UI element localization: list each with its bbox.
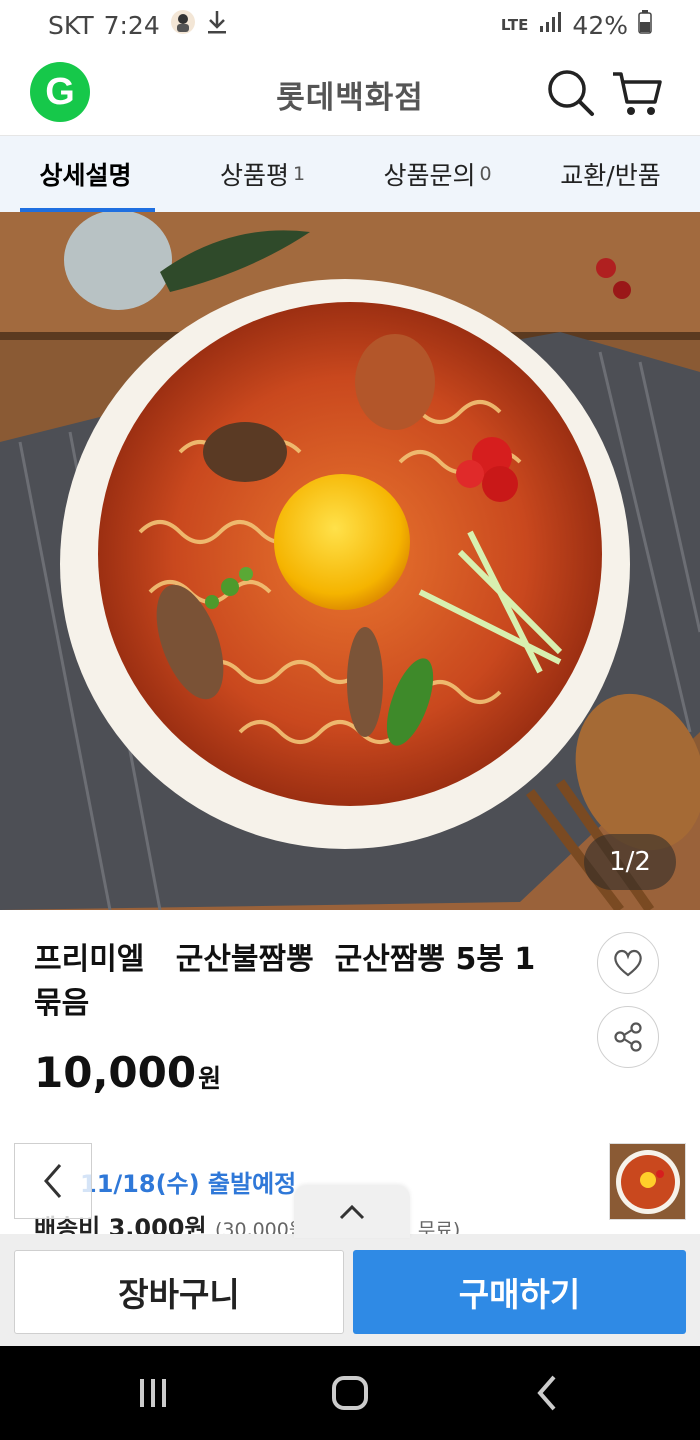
thumbnail-image <box>610 1144 685 1219</box>
status-bar: SKT 7:24 LTE 42% <box>0 0 700 50</box>
chevron-up-icon <box>339 1204 365 1220</box>
product-price: 10,000원 <box>34 1048 221 1097</box>
price-number: 10,000 <box>34 1048 197 1097</box>
expand-panel-button[interactable] <box>294 1186 410 1238</box>
app-header: G 롯데백화점 <box>0 50 700 136</box>
heart-icon <box>614 949 642 977</box>
share-icon <box>614 1022 642 1052</box>
status-left: SKT 7:24 <box>48 9 228 41</box>
recent-apps-icon[interactable] <box>126 1368 180 1418</box>
download-icon <box>206 9 228 41</box>
system-nav-bar <box>0 1346 700 1440</box>
shipping-date-label: 11/18(수) 출발예정 <box>80 1170 297 1198</box>
carrier-label: SKT <box>48 10 94 40</box>
tab-exchange-return[interactable]: 교환/반품 <box>525 136 700 212</box>
floating-back-button[interactable] <box>14 1143 92 1219</box>
tab-questions[interactable]: 상품문의 0 <box>350 136 525 212</box>
tab-label: 상품문의 <box>383 161 476 190</box>
wishlist-button[interactable] <box>597 932 659 994</box>
tab-reviews[interactable]: 상품평 1 <box>175 136 350 212</box>
product-thumbnail[interactable] <box>609 1143 686 1220</box>
tab-label: 상세설명 <box>39 161 132 190</box>
price-unit: 원 <box>198 1064 222 1093</box>
product-name: 프리미엘 군산불짬뽕 군산짬뽕 5봉 1묶음 <box>34 942 536 1021</box>
tab-count: 0 <box>479 163 492 185</box>
image-counter: 1/2 <box>584 834 676 890</box>
product-image <box>0 212 700 910</box>
purchase-bar: 장바구니 구매하기 <box>0 1234 700 1346</box>
home-icon[interactable] <box>323 1368 377 1418</box>
add-to-cart-button[interactable]: 장바구니 <box>14 1250 344 1334</box>
clock-label: 7:24 <box>103 10 160 40</box>
network-label: LTE <box>500 16 529 34</box>
back-icon[interactable] <box>520 1368 574 1418</box>
battery-label: 42% <box>572 10 628 40</box>
cart-icon[interactable] <box>610 66 664 120</box>
search-icon[interactable] <box>544 66 598 120</box>
tab-label: 교환/반품 <box>560 161 661 190</box>
chevron-left-icon <box>44 1164 62 1198</box>
product-tabs: 상세설명 상품평 1 상품문의 0 교환/반품 <box>0 136 700 212</box>
tab-description[interactable]: 상세설명 <box>0 136 175 212</box>
status-right: LTE 42% <box>501 10 652 40</box>
battery-icon <box>638 10 652 40</box>
buy-now-button[interactable]: 구매하기 <box>353 1250 686 1334</box>
tab-label: 상품평 <box>219 161 289 190</box>
notification-avatar-icon <box>170 9 196 41</box>
tab-count: 1 <box>292 163 306 185</box>
signal-icon <box>538 10 562 40</box>
share-button[interactable] <box>597 1006 659 1068</box>
product-image-carousel[interactable]: 1/2 <box>0 212 700 910</box>
